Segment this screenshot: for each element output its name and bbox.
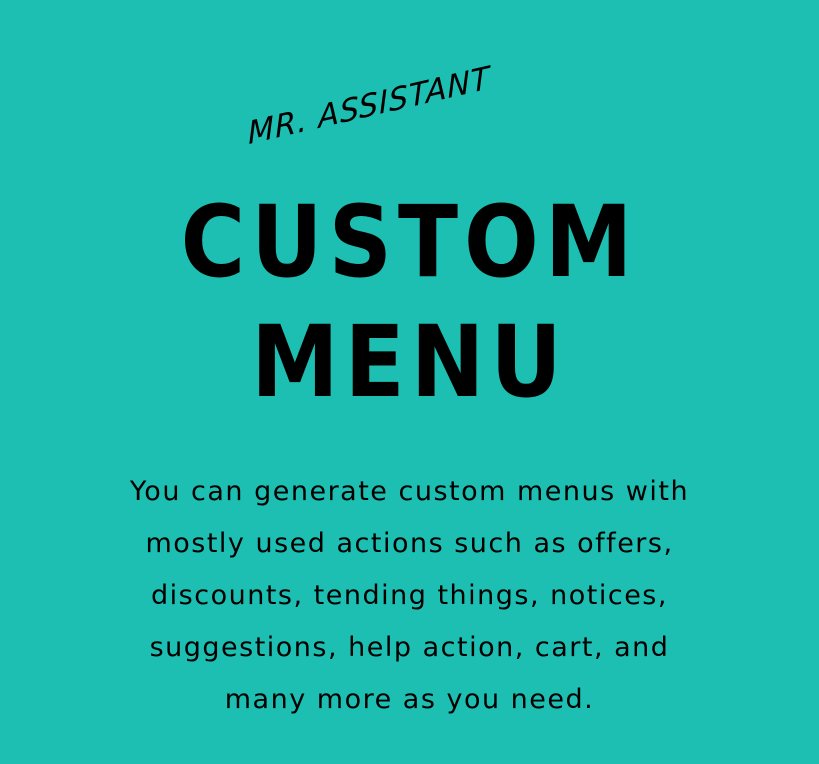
description-line: You can generate custom menus with <box>129 476 690 507</box>
description-line: discounts, tending things, notices, <box>151 580 668 611</box>
feature-description: You can generate custom menus with mostl… <box>0 466 819 726</box>
brand-logo: MR. ASSISTANT <box>247 60 578 152</box>
description-line: many more as you need. <box>224 684 595 715</box>
description-line: suggestions, help action, cart, and <box>149 632 670 663</box>
promo-card: MR. ASSISTANT CUSTOM MENU You can genera… <box>0 0 819 764</box>
feature-title-line-1: CUSTOM <box>180 184 639 300</box>
brand-name: MR. ASSISTANT <box>247 59 492 153</box>
feature-title-line-2: MENU <box>251 304 568 420</box>
description-line: mostly used actions such as offers, <box>145 528 674 559</box>
